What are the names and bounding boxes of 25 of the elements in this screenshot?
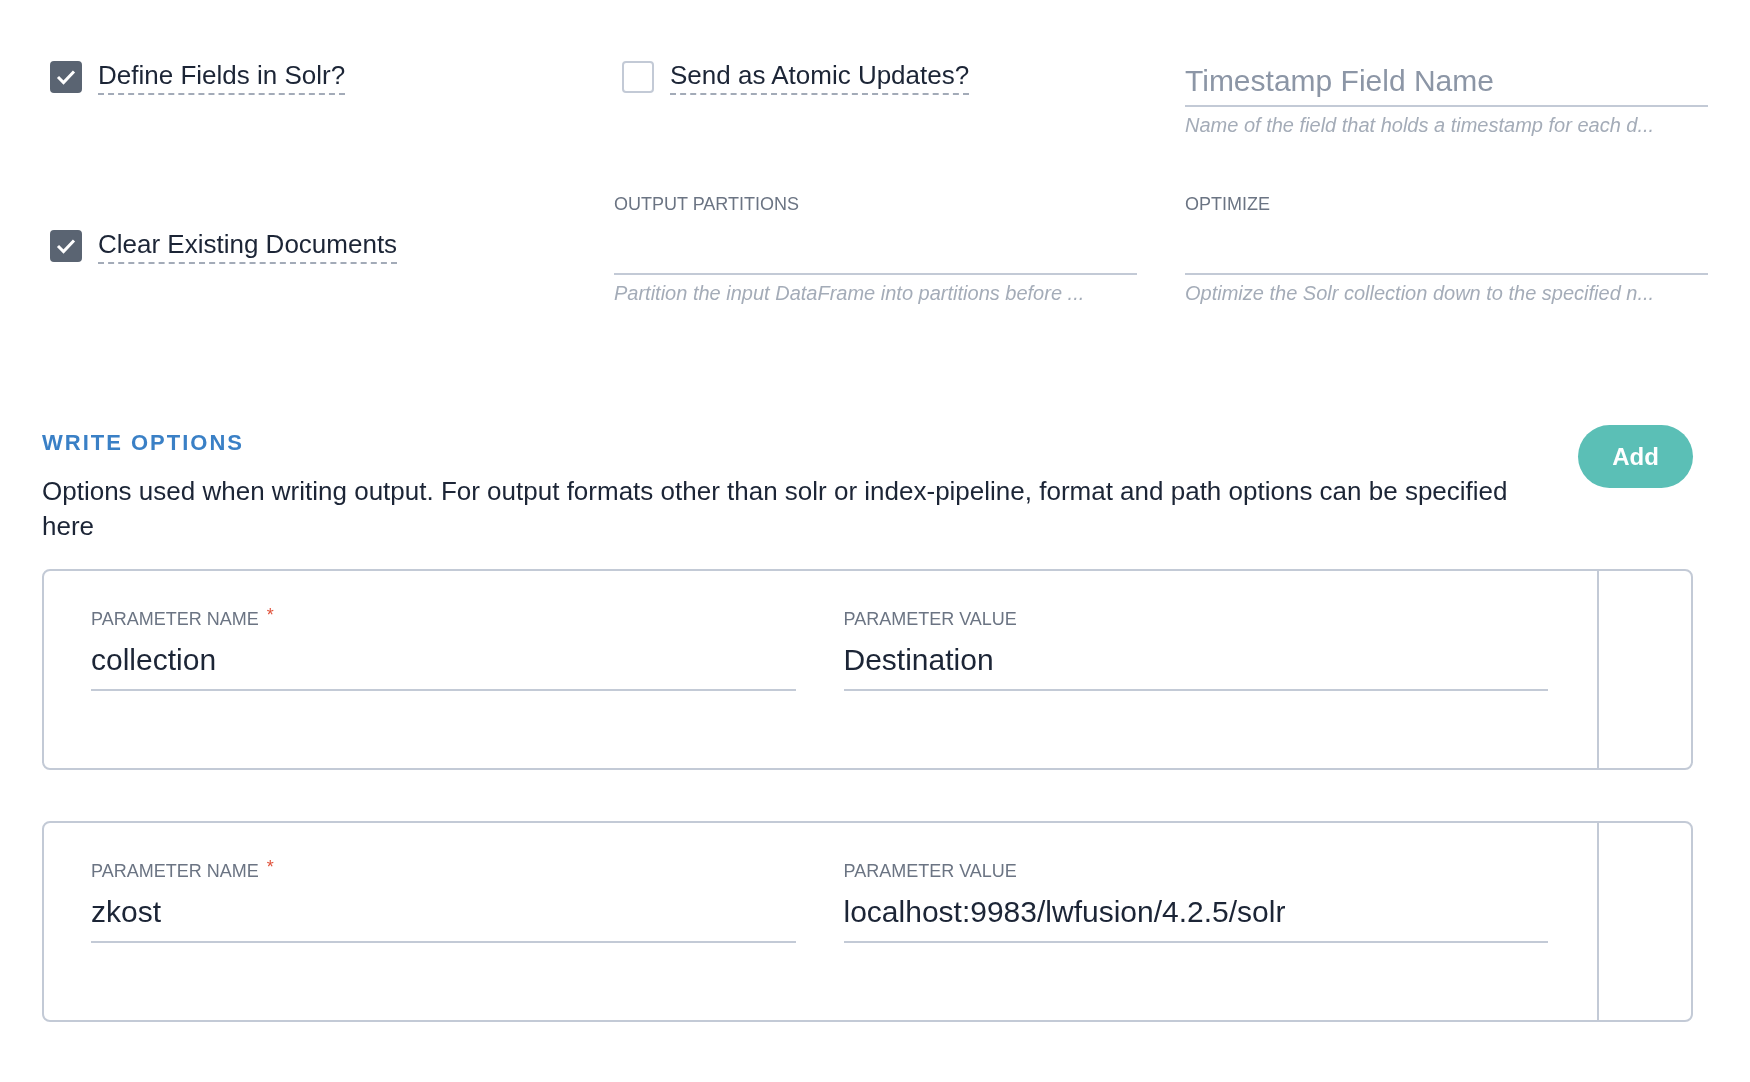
input-field[interactable]: collection	[91, 630, 796, 691]
field-label: OPTIMIZE	[1185, 193, 1271, 215]
section-description: Options used when writing output. For output formats other than solr or index-pipeline, format and path options can be specified here	[42, 475, 1509, 543]
input-field[interactable]: localhost:9983/lwfusion/4.2.5/solr	[843, 882, 1548, 943]
checkbox-label: Send as Atomic Updates?	[670, 59, 970, 95]
input-field[interactable]: Timestamp Field Name	[1185, 57, 1708, 107]
field-label: PARAMETER NAME	[91, 608, 259, 630]
checkmark-icon	[56, 238, 76, 254]
checkbox-label: Define Fields in Solr?	[98, 59, 346, 95]
field-label: PARAMETER VALUE	[843, 860, 1018, 882]
checkbox-label: Clear Existing Documents	[98, 228, 398, 264]
checkbox[interactable]	[50, 230, 82, 262]
field-help-text: Partition the input DataFrame into partitions before ...	[614, 281, 1086, 305]
field-label: OUTPUT PARTITIONS	[614, 193, 801, 215]
checkmark-icon	[56, 69, 76, 85]
input-field[interactable]: Destination	[843, 630, 1548, 691]
field-label: PARAMETER VALUE	[843, 608, 1018, 630]
checkbox[interactable]	[50, 61, 82, 93]
required-mark: *	[266, 860, 274, 874]
section-heading: WRITE OPTIONS	[42, 431, 245, 455]
field-help-text: Name of the field that holds a timestamp for each d...	[1185, 113, 1656, 137]
required-mark: *	[266, 608, 274, 622]
input-field[interactable]: zkost	[91, 882, 796, 943]
field-label: PARAMETER NAME	[91, 860, 259, 882]
field-help-text: Optimize the Solr collection down to the specified n...	[1185, 281, 1656, 305]
